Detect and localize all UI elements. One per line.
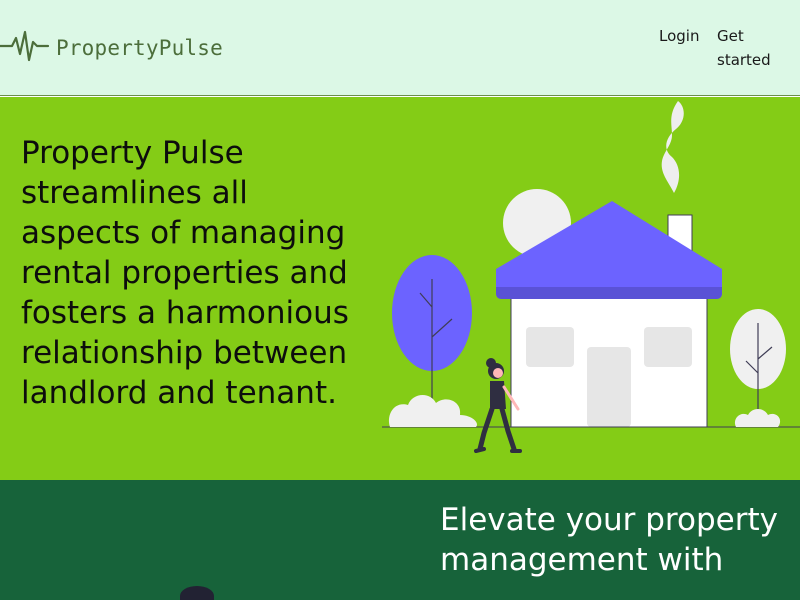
brand-logo[interactable]: PropertyPulse [0, 28, 223, 68]
house-illustration [382, 101, 800, 453]
window-left [526, 327, 574, 367]
pulse-line-icon [0, 30, 50, 62]
hero-headline: Property Pulse streamlines all aspects o… [21, 135, 349, 411]
site-header: PropertyPulse Login Get started [0, 0, 800, 96]
partial-illustration [180, 586, 214, 600]
smoke-shape [661, 101, 684, 193]
login-link[interactable]: Login [659, 24, 699, 48]
get-started-link[interactable]: Get started [717, 24, 787, 72]
house-door [587, 347, 631, 427]
brand-name: PropertyPulse [56, 36, 223, 60]
bush-left [388, 394, 478, 427]
window-right [644, 327, 692, 367]
bush-right [734, 409, 781, 427]
features-headline: Elevate your property management with [440, 502, 778, 578]
